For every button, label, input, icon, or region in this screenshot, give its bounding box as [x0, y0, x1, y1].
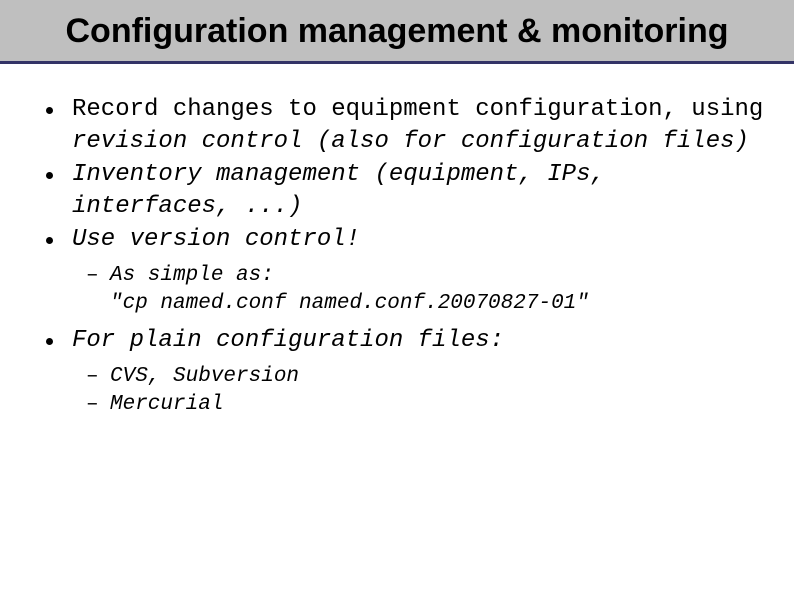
sub-bullet-item: As simple as: "cp named.conf named.conf.… — [30, 262, 764, 319]
bullet-item: Inventory management (equipment, IPs, in… — [30, 159, 764, 224]
sub-bullet-text: CVS, Subversion — [110, 365, 299, 388]
sub-bullet-list: As simple as: "cp named.conf named.conf.… — [30, 262, 764, 319]
main-bullet-list: For plain configuration files: — [30, 325, 764, 357]
slide-title: Configuration management & monitoring — [20, 12, 774, 51]
sub-bullet-text: Mercurial — [110, 393, 223, 416]
bullet-text-emph: revision control (also for configuration… — [72, 128, 749, 155]
title-bar: Configuration management & monitoring — [0, 0, 794, 64]
bullet-text: For plain configuration files: — [72, 327, 504, 354]
slide: Configuration management & monitoring Re… — [0, 0, 794, 595]
bullet-text: Record changes to equipment configuratio… — [72, 96, 763, 123]
bullet-item: Use version control! — [30, 224, 764, 256]
sub-bullet-text: "cp named.conf named.conf.20070827-01" — [110, 292, 589, 315]
sub-bullet-list: CVS, Subversion Mercurial — [30, 363, 764, 420]
sub-bullet-item: Mercurial — [30, 391, 764, 419]
slide-content: Record changes to equipment configuratio… — [0, 64, 794, 446]
bullet-text: Inventory management (equipment, IPs, in… — [72, 161, 605, 220]
bullet-text: Use version control! — [72, 226, 360, 253]
bullet-item: Record changes to equipment configuratio… — [30, 94, 764, 159]
sub-bullet-text: As simple as: — [110, 264, 274, 287]
main-bullet-list: Record changes to equipment configuratio… — [30, 94, 764, 256]
bullet-item: For plain configuration files: — [30, 325, 764, 357]
sub-bullet-item: CVS, Subversion — [30, 363, 764, 391]
